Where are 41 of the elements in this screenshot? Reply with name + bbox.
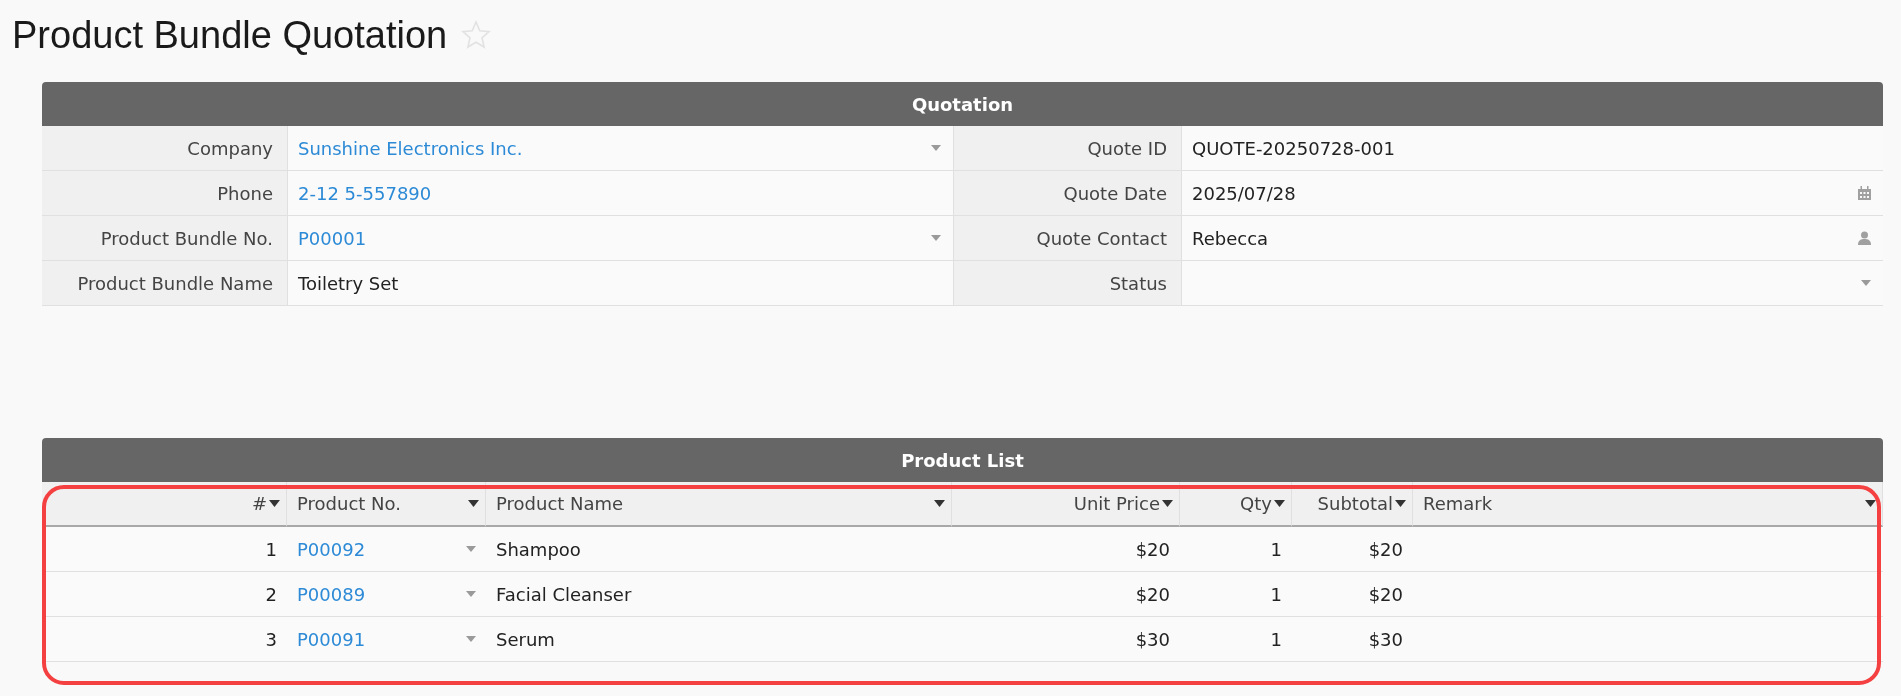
calendar-icon[interactable] <box>1858 186 1871 200</box>
column-header[interactable]: Remark <box>1413 482 1883 527</box>
sort-caret-icon[interactable] <box>1274 500 1285 507</box>
field-label: Phone <box>42 171 287 216</box>
sort-caret-icon[interactable] <box>1162 500 1173 507</box>
column-header[interactable]: # <box>42 482 287 527</box>
column-header[interactable]: Unit Price <box>952 482 1180 527</box>
field-label: Company <box>42 126 287 171</box>
field-label: Product Bundle No. <box>42 216 287 261</box>
sort-caret-icon[interactable] <box>468 500 479 507</box>
caret-icon[interactable] <box>466 591 476 597</box>
column-header[interactable]: Subtotal <box>1292 482 1413 527</box>
input-field[interactable]: 2025/07/28 <box>1181 171 1883 216</box>
person-icon[interactable] <box>1858 231 1871 245</box>
page-title: Product Bundle Quotation <box>12 13 448 57</box>
input-field[interactable]: Toiletry Set <box>287 261 953 306</box>
sort-caret-icon[interactable] <box>269 500 280 507</box>
sort-caret-icon[interactable] <box>1395 500 1406 507</box>
input-field[interactable] <box>1181 261 1883 306</box>
input-field[interactable]: Rebecca <box>1181 216 1883 261</box>
column-header[interactable]: Product Name <box>486 482 952 527</box>
input-field[interactable]: QUOTE-20250728-001 <box>1181 126 1883 171</box>
field-label: Quote Contact <box>953 216 1181 261</box>
input-field[interactable]: 2-12 5-557890 <box>287 171 953 216</box>
sort-caret-icon[interactable] <box>934 500 945 507</box>
input-field[interactable]: P00001 <box>287 216 953 261</box>
caret-icon[interactable] <box>466 636 476 642</box>
field-label: Product Bundle Name <box>42 261 287 306</box>
caret-icon[interactable] <box>1861 280 1871 286</box>
field-label: Quote Date <box>953 171 1181 216</box>
input-field[interactable]: Sunshine Electronics Inc. <box>287 126 953 171</box>
column-header[interactable]: Product No. <box>287 482 486 527</box>
column-header[interactable]: Qty <box>1180 482 1292 527</box>
caret-icon[interactable] <box>931 145 941 151</box>
caret-icon[interactable] <box>931 235 941 241</box>
sort-caret-icon[interactable] <box>1865 500 1876 507</box>
section-header: Product List <box>42 438 1883 482</box>
caret-icon[interactable] <box>466 546 476 552</box>
section-header: Quotation <box>42 82 1883 126</box>
field-label: Status <box>953 261 1181 306</box>
field-label: Quote ID <box>953 126 1181 171</box>
